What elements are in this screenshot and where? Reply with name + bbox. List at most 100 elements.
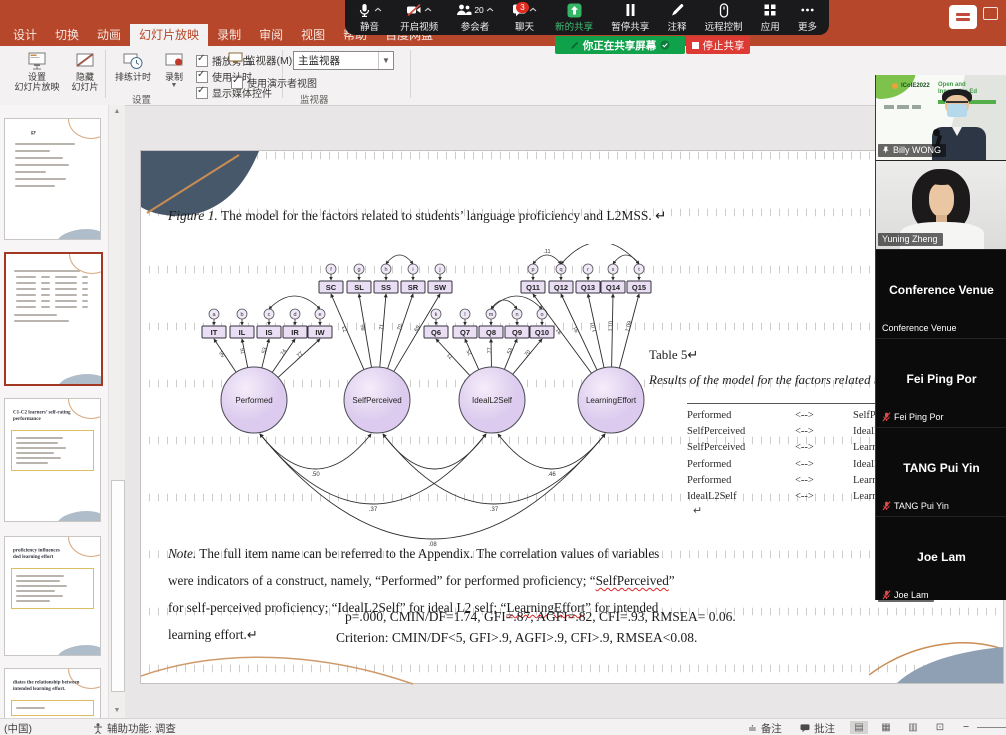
participant-display-name: Joe Lam: [876, 550, 1006, 564]
participant-tile-yuning-zheng[interactable]: Yuning Zheng: [876, 160, 1006, 249]
svg-text:.11: .11: [543, 249, 550, 255]
sem-path-diagram[interactable]: .56ITa.76ILb.53ISc.74IRd.77IWePerformed.…: [151, 244, 716, 554]
scroll-down-arrow[interactable]: ▼: [110, 704, 124, 718]
ribbon-tab-动画[interactable]: 动画: [88, 24, 130, 46]
checkbox-icon: [196, 87, 208, 99]
participant-tile-tang-pui-yin[interactable]: TANG Pui YinTANG Pui Yin: [876, 427, 1006, 516]
slideshow-view-button[interactable]: ⊡: [931, 721, 949, 734]
ribbon-separator: [105, 50, 106, 98]
participant-tile-fei-ping-por[interactable]: Fei Ping PorFei Ping Por: [876, 338, 1006, 427]
figure-caption-text: The model for the factors related to stu…: [218, 208, 667, 223]
ribbon-tab-切换[interactable]: 切换: [46, 24, 88, 46]
svg-text:i: i: [412, 267, 413, 273]
meeting-button-pause-share[interactable]: 暂停共享: [609, 2, 651, 35]
meeting-button-microphone[interactable]: 静音: [355, 2, 384, 35]
thumbnail-decoration: [56, 229, 101, 240]
meeting-button-participants[interactable]: 20参会者: [454, 2, 495, 35]
svg-text:Q7: Q7: [460, 328, 470, 337]
display-settings-icon[interactable]: [983, 7, 998, 20]
chevron-up-icon[interactable]: [424, 7, 432, 13]
meeting-button-chat[interactable]: 3聊天: [510, 2, 539, 35]
meeting-button-camera-off[interactable]: 开启视频: [398, 2, 440, 35]
face-mask: [947, 104, 967, 117]
monitor-select-value: 主监视器: [294, 53, 378, 68]
participant-tile-billy-wong[interactable]: ICoIE2022Open andInnovative EdBilly WONG: [876, 75, 1006, 160]
monitor-field-label: 监视器(M):: [245, 53, 295, 68]
svg-text:IS: IS: [265, 328, 272, 337]
svg-text:.77: .77: [487, 347, 493, 355]
mic-muted-icon: [882, 501, 891, 511]
ribbon-tab-审阅[interactable]: 审阅: [250, 24, 292, 46]
accessibility-status[interactable]: 辅助功能: 调查: [93, 721, 176, 735]
slide-thumbnail-2[interactable]: [4, 252, 103, 386]
svg-text:IW: IW: [315, 328, 325, 337]
ribbon-button-4[interactable]: 录制▼: [156, 49, 192, 101]
svg-text:r: r: [587, 267, 589, 273]
more-icon: [800, 3, 815, 17]
scrollbar-thumb[interactable]: [111, 480, 125, 692]
microphone-icon: [357, 3, 372, 18]
zoom-slider[interactable]: [977, 727, 1006, 728]
normal-view-button[interactable]: ▤: [850, 721, 868, 734]
chevron-up-icon[interactable]: [529, 7, 537, 13]
svg-text:IL: IL: [239, 328, 246, 337]
slide-thumbnail-4[interactable]: proficiency influencesded learning effor…: [4, 536, 101, 656]
pin-icon: [882, 146, 890, 154]
svg-text:.37: .37: [490, 507, 499, 513]
partially-visible-button[interactable]: [949, 5, 977, 29]
comments-toggle[interactable]: 批注: [800, 721, 835, 735]
chevron-up-icon[interactable]: [374, 7, 382, 13]
apps-icon: [763, 3, 777, 17]
figure-caption[interactable]: Figure 1. The model for the factors rela…: [168, 208, 868, 224]
ribbon-button-1[interactable]: 设置幻灯片放映: [14, 49, 60, 101]
chevron-down-icon[interactable]: ▼: [378, 52, 393, 69]
slide-thumbnail-1[interactable]: gy: [4, 118, 101, 240]
use-presenter-view-checkbox[interactable]: 使用演示者视图: [231, 75, 317, 90]
ribbon-tab-幻灯片放映[interactable]: 幻灯片放映: [130, 24, 208, 46]
meeting-button-annotate[interactable]: 注释: [665, 2, 688, 35]
fit-statistics-line[interactable]: p=.000, CMIN/DF=1.74, GFI=.87, AGFI=.82,…: [345, 609, 736, 625]
chevron-up-icon[interactable]: [486, 7, 494, 13]
checkbox-播放旁白[interactable]: 播放旁白: [196, 53, 252, 68]
slide-sorter-view-button[interactable]: ▦: [877, 721, 895, 734]
svg-text:SW: SW: [434, 283, 447, 292]
ribbon-button-2[interactable]: 隐藏幻灯片: [62, 49, 108, 101]
meeting-button-apps[interactable]: 应用: [759, 2, 782, 35]
meeting-toolbar: 静音开启视频 20参会者 3聊天新的共享暂停共享注释远程控制应用更多: [345, 0, 829, 35]
table-title[interactable]: Table 5↵: [649, 347, 698, 363]
monitor-select[interactable]: 主监视器 ▼: [293, 51, 394, 70]
participant-tile-conference-venue[interactable]: Conference VenueConference Venue: [876, 249, 1006, 338]
svg-text:.70: .70: [396, 324, 404, 333]
mic-muted-icon: [882, 590, 891, 600]
notes-toggle[interactable]: ≐ 备注: [748, 721, 782, 735]
ribbon-tab-录制[interactable]: 录制: [208, 24, 250, 46]
thumbnail-scrollbar[interactable]: ▲ ▼: [108, 105, 125, 718]
language-status[interactable]: (中国): [4, 721, 32, 735]
svg-text:.73: .73: [341, 325, 350, 334]
svg-text:Q6: Q6: [431, 328, 441, 337]
pause-share-icon: [624, 3, 637, 17]
slide-thumbnail-5[interactable]: diates the relationship betweenintended …: [4, 668, 101, 718]
ribbon-tab-设计[interactable]: 设计: [4, 24, 46, 46]
meeting-button-more[interactable]: 更多: [796, 2, 819, 35]
scroll-up-arrow[interactable]: ▲: [110, 105, 124, 119]
fit-criterion-line[interactable]: Criterion: CMIN/DF<5, GFI>.9, AGFI>.9, C…: [336, 630, 697, 646]
ribbon-tab-视图[interactable]: 视图: [292, 24, 334, 46]
accessibility-icon: [93, 723, 103, 734]
meeting-button-new-share[interactable]: 新的共享: [553, 2, 595, 35]
participant-count: 20: [474, 5, 483, 15]
svg-text:IdealL2Self: IdealL2Self: [472, 396, 513, 405]
reading-view-button[interactable]: ▥: [904, 721, 922, 734]
svg-text:SelfPerceived: SelfPerceived: [352, 396, 401, 405]
svg-text:p: p: [531, 267, 534, 273]
participant-tile-joe-lam[interactable]: Joe LamJoe Lam: [876, 516, 1006, 605]
slide-thumbnail-3[interactable]: C1-C2 learners’ self-ratingperformance: [4, 398, 101, 522]
stop-share-button[interactable]: 停止共享: [686, 36, 750, 54]
zoom-out-button[interactable]: −: [963, 721, 969, 733]
meeting-button-remote-control[interactable]: 远程控制: [703, 2, 745, 35]
svg-text:LearningEffort: LearningEffort: [586, 396, 637, 405]
participant-name-label: Conference Venue: [878, 322, 962, 335]
svg-text:.75: .75: [466, 348, 475, 357]
figure-caption-lead: Figure 1.: [168, 208, 218, 223]
camera-off-icon: [406, 3, 422, 17]
